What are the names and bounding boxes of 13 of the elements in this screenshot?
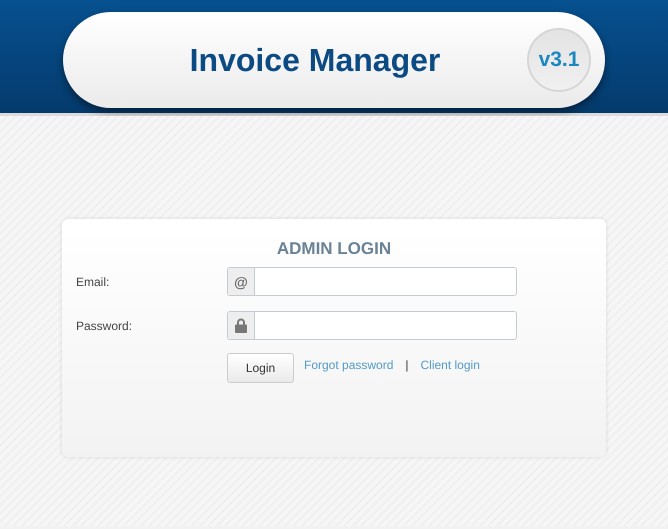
login-button[interactable]: Login bbox=[227, 353, 294, 383]
app-title: Invoice Manager bbox=[188, 42, 442, 78]
link-separator: | bbox=[404, 358, 410, 372]
email-field[interactable]: @ bbox=[227, 267, 517, 296]
field-label: Password: bbox=[76, 318, 134, 332]
login-title: ADMIN LOGIN bbox=[276, 239, 392, 259]
field-label: Email: bbox=[76, 274, 110, 288]
password-field[interactable] bbox=[227, 311, 517, 340]
at-sign-icon: @ bbox=[228, 268, 255, 295]
version-badge: v3.1 bbox=[527, 28, 591, 92]
lock-icon bbox=[235, 318, 247, 333]
forgot-password-link[interactable]: Forgot password bbox=[304, 358, 394, 372]
client-login-link[interactable]: Client login bbox=[420, 358, 480, 372]
